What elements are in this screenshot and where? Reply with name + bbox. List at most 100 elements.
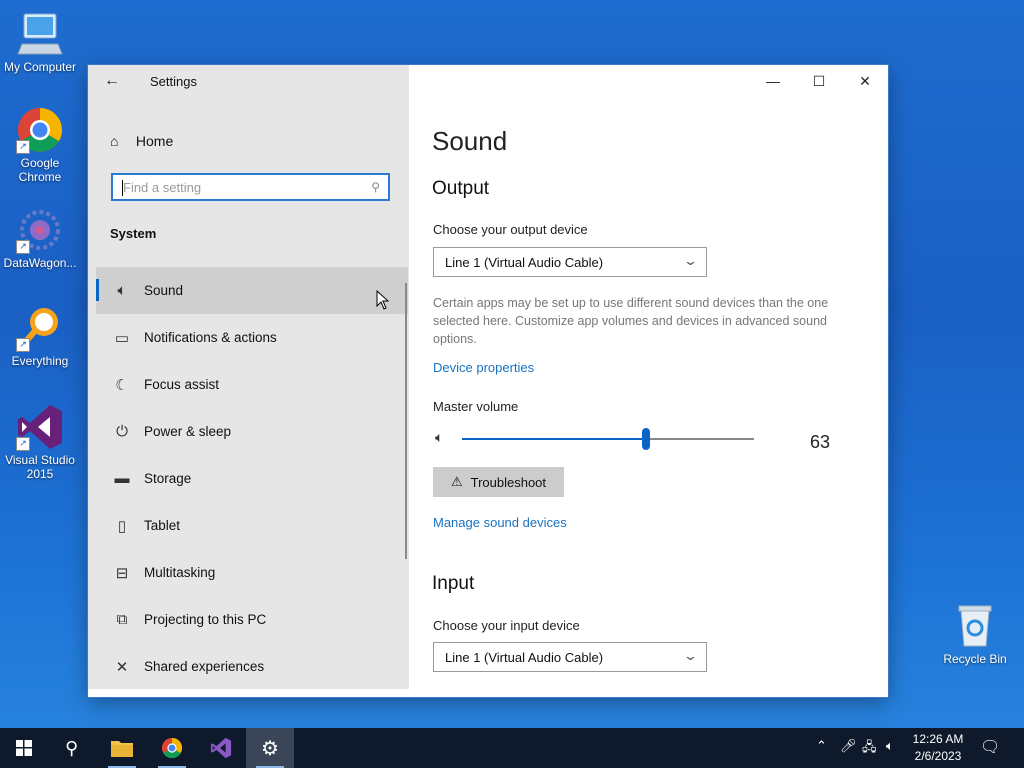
desktop-icon-datawagon[interactable]: ↗ DataWagon... [0,206,80,270]
clock-time: 12:26 AM [912,732,964,746]
back-button[interactable]: ← [100,71,124,91]
tablet-icon: ▯ [117,517,127,535]
sidebar-item-label: Storage [144,471,192,486]
sidebar-item-notifications[interactable]: ▭ Notifications & actions [96,314,408,361]
system-clock[interactable]: 12:26 AM 2/6/2023 [902,731,974,765]
sidebar-item-label: Sound [144,283,184,298]
desktop-icon-label: My Computer [3,60,77,74]
output-heading: Output [432,178,490,199]
sidebar-item-power-sleep[interactable]: ⏻ Power & sleep [96,408,408,455]
sidebar-item-multitasking[interactable]: ⊟ Multitasking [96,549,408,596]
output-device-value: Line 1 (Virtual Audio Cable) [445,255,604,270]
gear-icon: ⚙ [261,737,279,760]
recycle-bin-icon [951,602,999,650]
sidebar-item-label: Multitasking [144,565,216,580]
shortcut-arrow-icon: ↗ [16,437,30,451]
sidebar: ⌂ Home Find a setting ⚲ System 🔈︎ Sound … [88,65,409,689]
output-description: Certain apps may be set up to use differ… [433,296,829,346]
input-heading: Input [432,573,475,594]
taskbar-settings[interactable]: ⚙ [246,728,294,768]
volume-tray-icon[interactable]: 🔈︎ [886,738,894,754]
taskbar-chrome[interactable] [148,728,196,768]
shared-experiences-icon: ✕ [115,658,129,676]
master-volume-label: Master volume [433,399,519,414]
folder-icon [111,741,133,757]
sidebar-item-shared-experiences[interactable]: ✕ Shared experiences [96,643,408,690]
start-button[interactable] [0,728,48,768]
desktop-icon-visual-studio[interactable]: ↗ Visual Studio 2015 [0,403,80,481]
action-center-icon[interactable]: 🗨︎ [980,737,1000,757]
output-device-dropdown[interactable]: Line 1 (Virtual Audio Cable) ⌄ [433,247,707,277]
sidebar-item-label: Notifications & actions [144,330,277,345]
output-device-label: Choose your output device [433,222,588,237]
desktop-icon-label: Google Chrome [18,156,62,184]
taskbar-visual-studio[interactable] [197,728,245,768]
moon-icon: ☾ [115,376,129,394]
clock-date: 2/6/2023 [914,749,962,763]
search-input[interactable]: Find a setting ⚲ [111,173,390,201]
sidebar-item-label: Shared experiences [144,659,265,674]
search-icon: ⚲ [65,737,79,758]
desktop-icon-everything[interactable]: ↗ Everything [0,304,80,368]
chevron-up-icon[interactable]: ⌃ [816,738,827,754]
computer-icon [16,10,64,58]
chrome-icon [161,737,183,759]
desktop-icon-label: Visual Studio 2015 [5,453,75,481]
chrome-icon: ↗ [16,106,64,154]
device-properties-link[interactable]: Device properties [433,360,534,375]
troubleshoot-label: Troubleshoot [470,474,547,490]
volume-thumb[interactable] [641,428,650,450]
sidebar-item-label: Projecting to this PC [144,612,267,627]
search-placeholder: Find a setting [123,180,202,195]
sidebar-item-label: Tablet [144,518,181,533]
sidebar-item-focus-assist[interactable]: ☾ Focus assist [96,361,408,408]
chevron-down-icon: ⌄ [682,253,699,268]
volume-fill [462,438,646,440]
input-device-label: Choose your input device [433,618,580,633]
shortcut-arrow-icon: ↗ [16,140,30,154]
desktop-icon-google-chrome[interactable]: ↗ Google Chrome [0,106,80,184]
sidebar-item-projecting[interactable]: ⧉ Projecting to this PC [96,596,408,643]
main-content: Sound Output Choose your output device L… [432,65,872,689]
troubleshoot-button[interactable]: ⚠ Troubleshoot [433,467,564,497]
network-icon[interactable]: 🖧 [862,738,877,760]
sidebar-item-label: Power & sleep [144,424,232,439]
visual-studio-icon [210,737,232,759]
sidebar-item-storage[interactable]: ▬ Storage [96,455,408,502]
speaker-icon: 🔈︎ [117,282,127,299]
search-icon: ⚲ [371,180,380,194]
taskbar: ⚲ ⚙ ⌃ 🎤︎ 🖧 🔈︎ 12:26 AM 2/6/2023 🗨︎ [0,728,1024,768]
shortcut-arrow-icon: ↗ [16,338,30,352]
search-button[interactable]: ⚲ [48,728,96,768]
mouse-cursor-icon [376,290,390,310]
input-device-value: Line 1 (Virtual Audio Cable) [445,650,604,665]
sidebar-item-label: Focus assist [144,377,220,392]
warning-icon: ⚠ [450,474,463,489]
settings-window: ⌂ Home Find a setting ⚲ System 🔈︎ Sound … [88,65,888,697]
volume-icon[interactable]: 🔈︎ [435,429,443,446]
section-title: System [110,226,157,241]
manage-sound-devices-link[interactable]: Manage sound devices [433,515,567,530]
microphone-icon[interactable]: 🎤︎ [840,738,857,754]
multitasking-icon: ⊟ [115,564,129,582]
desktop-icon-label: Everything [11,354,69,368]
datawagon-icon: ↗ [16,206,64,254]
notifications-icon: ▭ [114,329,130,347]
input-device-dropdown[interactable]: Line 1 (Virtual Audio Cable) ⌄ [433,642,707,672]
sidebar-item-home[interactable]: ⌂ Home [110,133,173,153]
home-label: Home [135,133,174,149]
sidebar-scrollbar[interactable] [405,283,407,559]
sidebar-nav: 🔈︎ Sound ▭ Notifications & actions ☾ Foc… [96,267,408,690]
desktop-icon-label: DataWagon... [3,256,77,270]
desktop-icon-recycle-bin[interactable]: Recycle Bin [935,602,1015,666]
taskbar-file-explorer[interactable] [98,728,146,768]
volume-value: 63 [810,432,831,452]
sidebar-item-sound[interactable]: 🔈︎ Sound [96,267,408,314]
windows-logo-icon [16,740,32,756]
visual-studio-icon: ↗ [16,403,64,451]
master-volume-slider[interactable] [462,428,754,450]
desktop-icon-my-computer[interactable]: My Computer [0,10,80,74]
power-icon: ⏻ [116,423,128,440]
page-title: Sound [432,126,508,156]
sidebar-item-tablet[interactable]: ▯ Tablet [96,502,408,549]
